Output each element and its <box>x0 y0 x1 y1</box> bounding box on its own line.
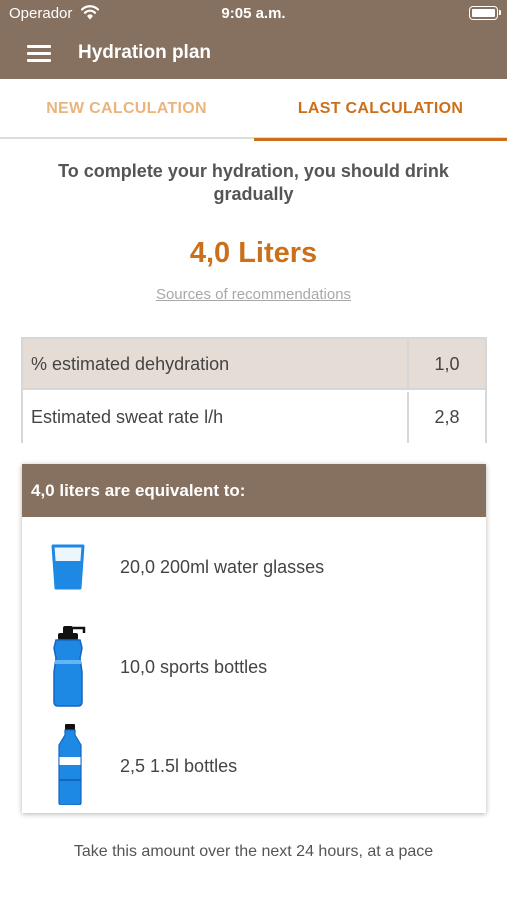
status-bar: Operador 9:05 a.m. <box>0 0 507 28</box>
sweat-rate-value: 2,8 <box>434 407 460 427</box>
tab-new-calculation[interactable]: NEW CALCULATION <box>0 79 253 139</box>
dehydration-value: 1,0 <box>434 354 460 374</box>
tab-bar: NEW CALCULATION LAST CALCULATION <box>0 79 507 141</box>
equivalents-heading: 4,0 liters are equivalent to: <box>22 464 486 517</box>
result-intro-text: To complete your hydration, you should d… <box>58 161 449 204</box>
table-row: % estimated dehydration 1,0 <box>23 339 485 390</box>
clock-time: 9:05 a.m. <box>221 5 286 22</box>
equivalents-card: 4,0 liters are equivalent to: 20,0 200ml… <box>22 464 486 813</box>
table-row: Estimated sweat rate l/h 2,8 <box>23 392 485 443</box>
sports-bottles-text: 10,0 sports bottles <box>120 657 268 677</box>
bottles-text: 2,5 1.5l bottles <box>120 756 238 776</box>
stats-table: % estimated dehydration 1,0 Estimated sw… <box>21 337 487 443</box>
water-glasses-text: 20,0 200ml water glasses <box>120 557 325 577</box>
list-item: 2,5 1.5l bottles <box>22 723 486 813</box>
plastic-bottle-icon <box>58 724 82 805</box>
sweat-rate-label: Estimated sweat rate l/h <box>31 407 224 427</box>
footer-note: Take this amount over the next 24 hours,… <box>73 843 434 860</box>
sources-link[interactable]: Sources of recommendations <box>0 286 507 303</box>
app-bar: Hydration plan <box>0 28 507 79</box>
total-liters-value: 4,0 Liters <box>189 237 318 269</box>
sports-bottle-icon <box>53 626 86 707</box>
water-glass-icon <box>51 544 85 590</box>
page-title: Hydration plan <box>78 42 212 63</box>
battery-icon <box>469 6 501 20</box>
list-item: 20,0 200ml water glasses <box>22 524 486 614</box>
hamburger-menu-icon[interactable] <box>27 43 51 63</box>
dehydration-label: % estimated dehydration <box>31 354 230 374</box>
list-item: 10,0 sports bottles <box>22 624 486 714</box>
tab-last-calculation[interactable]: LAST CALCULATION <box>254 79 507 141</box>
